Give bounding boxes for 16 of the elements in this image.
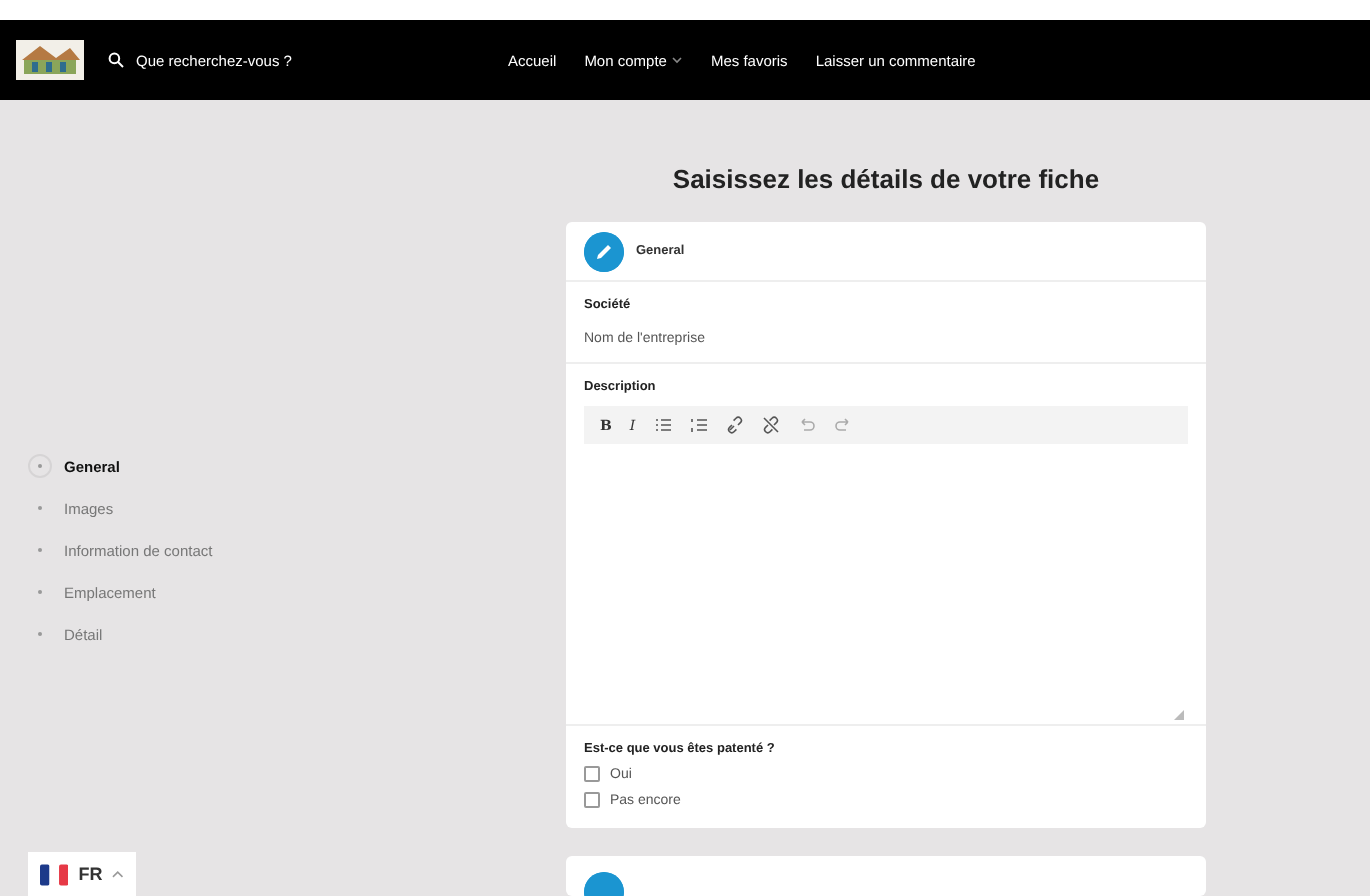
- search-icon: [108, 52, 124, 68]
- caret-up-icon: [112, 870, 124, 878]
- undo-icon[interactable]: [797, 416, 816, 434]
- bullet-list-icon[interactable]: [653, 416, 672, 434]
- resize-handle-icon[interactable]: [1174, 710, 1184, 720]
- pencil-icon: [584, 231, 624, 271]
- language-selector[interactable]: FR: [78, 864, 103, 884]
- checkbox[interactable]: [584, 766, 600, 782]
- numbered-list-icon[interactable]: [689, 416, 708, 434]
- unlink-icon[interactable]: [761, 416, 780, 434]
- flag-icon: [40, 863, 69, 885]
- redo-icon[interactable]: [833, 416, 852, 434]
- checkbox[interactable]: [584, 792, 600, 808]
- caret-icon: [672, 56, 683, 64]
- link-icon[interactable]: [725, 416, 744, 434]
- page-title: Saisissez les détails de votre fiche: [670, 162, 1102, 196]
